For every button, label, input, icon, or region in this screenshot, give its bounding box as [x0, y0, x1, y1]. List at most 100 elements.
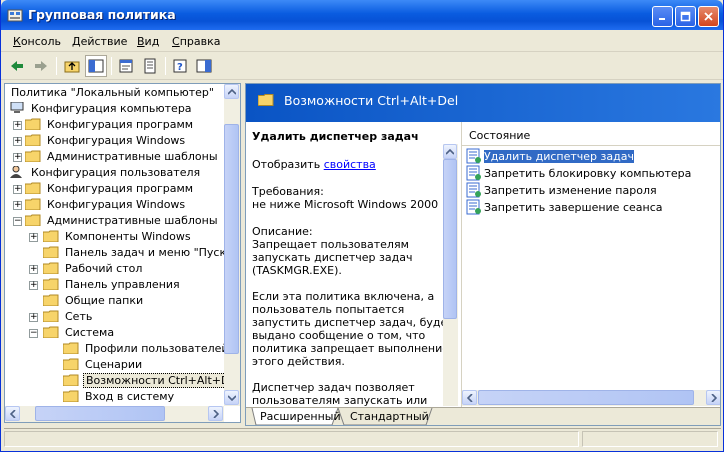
- open-folder-icon: [63, 374, 79, 386]
- scroll-down-button[interactable]: [224, 390, 239, 405]
- folder-icon: [258, 94, 274, 106]
- menu-console[interactable]: Консоль: [13, 35, 61, 48]
- expand-toggle[interactable]: +: [13, 137, 22, 146]
- tree-c-admin[interactable]: Административные шаблоны: [25, 148, 220, 164]
- tree-c-software[interactable]: Конфигурация программ: [25, 116, 195, 132]
- properties-link[interactable]: свойства: [324, 158, 376, 171]
- expand-toggle[interactable]: +: [13, 121, 22, 130]
- tab-extended[interactable]: Расширенный: [260, 408, 341, 425]
- tree-cad-options[interactable]: Возможности Ctrl+Alt+Del: [63, 372, 240, 388]
- scroll-right-button[interactable]: [208, 406, 223, 421]
- tree-control-panel[interactable]: Панель управления: [43, 276, 182, 292]
- status-bar: [4, 428, 721, 448]
- forward-button[interactable]: [30, 55, 52, 77]
- folder-icon: [43, 294, 59, 306]
- tree-u-software[interactable]: Конфигурация программ: [25, 180, 195, 196]
- tree-u-admin[interactable]: Административные шаблоны: [25, 212, 220, 228]
- folder-icon: [25, 198, 41, 210]
- minimize-button[interactable]: [652, 6, 673, 27]
- collapse-toggle[interactable]: −: [13, 217, 22, 226]
- details-pane: Возможности Ctrl+Alt+Del Удалить диспетч…: [245, 83, 721, 426]
- list-horizontal-scrollbar[interactable]: [462, 390, 720, 406]
- tree-desktop[interactable]: Рабочий стол: [43, 260, 144, 276]
- menu-help[interactable]: Справка: [172, 35, 220, 48]
- export-list-button[interactable]: [139, 55, 161, 77]
- tree-root[interactable]: Политика "Локальный компьютер": [9, 84, 216, 100]
- toolbar: ?: [1, 52, 723, 80]
- list-item[interactable]: Запретить изменение пароля: [466, 182, 657, 198]
- hscroll-thumb[interactable]: [478, 390, 694, 405]
- group-policy-app-icon: [7, 9, 23, 22]
- tree-system[interactable]: Система: [43, 324, 116, 340]
- status-pane: [582, 431, 718, 447]
- up-folder-icon: [64, 61, 80, 73]
- gpedit-window: Групповая политика Консоль Действие Вид …: [0, 0, 724, 452]
- column-header-state[interactable]: Состояние: [462, 128, 720, 146]
- arrow-left-icon: [9, 409, 16, 418]
- collapse-toggle[interactable]: −: [29, 329, 38, 338]
- show-hide-tree-button[interactable]: [85, 55, 107, 77]
- window-title: Групповая политика: [28, 7, 176, 22]
- tree-u-windows[interactable]: Конфигурация Windows: [25, 196, 187, 212]
- show-hide-action-pane-button[interactable]: [193, 55, 215, 77]
- tree-taskbar[interactable]: Панель задач и меню "Пуск": [43, 244, 233, 260]
- tree-win-components[interactable]: Компоненты Windows: [43, 228, 193, 244]
- details-header-title: Возможности Ctrl+Alt+Del: [284, 93, 459, 108]
- hscroll-thumb[interactable]: [35, 406, 165, 421]
- description-line: Запрещает пользователям: [252, 238, 409, 251]
- body-line: выдано сообщение о том, что: [252, 329, 426, 342]
- scroll-up-button[interactable]: [443, 144, 457, 159]
- list-item[interactable]: Запретить завершение сеанса: [466, 199, 662, 215]
- scroll-up-button[interactable]: [224, 84, 239, 99]
- expand-toggle[interactable]: +: [29, 233, 38, 242]
- title-bar[interactable]: Групповая политика: [1, 0, 723, 30]
- tree-logon[interactable]: Вход в систему: [63, 388, 176, 404]
- list-item[interactable]: Удалить диспетчер задач: [466, 148, 634, 164]
- maximize-button[interactable]: [675, 6, 696, 27]
- tree-c-windows[interactable]: Конфигурация Windows: [25, 132, 187, 148]
- policy-setting-icon: [466, 199, 481, 215]
- expand-toggle[interactable]: +: [29, 313, 38, 322]
- expand-toggle[interactable]: +: [13, 201, 22, 210]
- forward-icon: [35, 61, 47, 71]
- close-button[interactable]: [698, 6, 719, 27]
- console-tree[interactable]: Политика "Локальный компьютер" Конфигура…: [4, 83, 241, 423]
- description-line: запускать диспетчер задач: [252, 251, 413, 264]
- tree-horizontal-scrollbar[interactable]: [5, 406, 224, 422]
- back-button[interactable]: [6, 55, 28, 77]
- tree-network[interactable]: Сеть: [43, 308, 94, 324]
- policy-setting-icon: [466, 165, 481, 181]
- policy-list: Состояние Удалить диспетчер задач Запрет…: [461, 122, 720, 407]
- tab-standard[interactable]: Стандартный: [350, 408, 429, 425]
- menu-action[interactable]: Действие: [72, 35, 127, 48]
- menu-view[interactable]: Вид: [137, 35, 159, 48]
- body-line: этого действия.: [252, 355, 345, 368]
- list-item[interactable]: Запретить блокировку компьютера: [466, 165, 691, 181]
- tree-vertical-scrollbar[interactable]: [224, 84, 240, 406]
- arrow-right-icon: [212, 409, 219, 418]
- computer-icon: [10, 102, 24, 113]
- expand-toggle[interactable]: +: [13, 185, 22, 194]
- tree-user-config[interactable]: Конфигурация пользователя: [9, 164, 202, 180]
- help-button[interactable]: ?: [169, 55, 191, 77]
- tree-scripts[interactable]: Сценарии: [63, 356, 144, 372]
- scroll-thumb[interactable]: [224, 124, 239, 354]
- close-icon: [704, 12, 713, 21]
- tree-shared-folders[interactable]: Общие папки: [43, 292, 145, 308]
- up-folder-button[interactable]: [61, 55, 83, 77]
- scroll-thumb[interactable]: [443, 159, 457, 319]
- expand-toggle[interactable]: +: [29, 281, 38, 290]
- policy-setting-icon: [466, 182, 481, 198]
- tree-user-profiles[interactable]: Профили пользователей: [63, 340, 231, 356]
- description-scrollbar[interactable]: [443, 144, 458, 406]
- scroll-left-button[interactable]: [462, 390, 477, 405]
- scroll-right-button[interactable]: [706, 390, 720, 405]
- tree-computer-config[interactable]: Конфигурация компьютера: [9, 100, 194, 116]
- folder-icon: [25, 182, 41, 194]
- scroll-left-button[interactable]: [5, 406, 20, 421]
- folder-icon: [43, 278, 59, 290]
- expand-toggle[interactable]: +: [29, 265, 38, 274]
- expand-toggle[interactable]: +: [13, 153, 22, 162]
- arrow-right-icon: [710, 393, 717, 402]
- properties-button[interactable]: [115, 55, 137, 77]
